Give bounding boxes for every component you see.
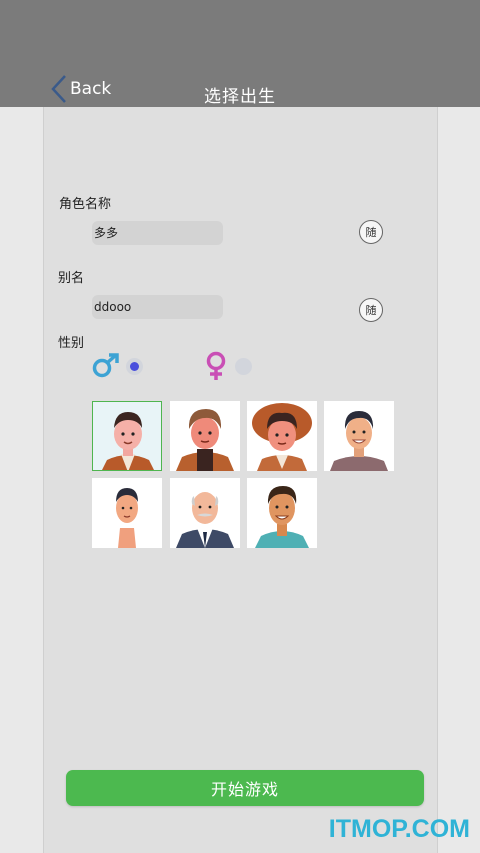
avatar-man-teal-shirt-icon xyxy=(255,486,309,548)
alias-field[interactable]: ddooo xyxy=(92,295,223,319)
page-title: 选择出生 xyxy=(204,87,276,107)
alias-label: 别名 xyxy=(58,271,85,286)
male-symbol-icon[interactable] xyxy=(92,353,120,383)
avatar-man-hat-icon xyxy=(252,403,312,471)
avatar-option[interactable] xyxy=(170,478,240,548)
avatar-man-red-shirt-icon xyxy=(102,412,154,470)
random-name-button[interactable]: 随 xyxy=(359,220,383,244)
name-field[interactable]: 多多 xyxy=(92,221,223,245)
avatar-man-brown-hair-icon xyxy=(176,409,234,471)
avatar-option[interactable] xyxy=(92,401,162,471)
avatar-option[interactable] xyxy=(92,478,162,548)
gender-label: 性别 xyxy=(58,336,85,351)
avatar-option[interactable] xyxy=(247,478,317,548)
female-radio[interactable] xyxy=(235,358,252,375)
avatar-man-short-hair-icon xyxy=(116,488,138,548)
watermark-logo: ITMOP.COM xyxy=(328,815,470,843)
avatar-option[interactable] xyxy=(324,401,394,471)
top-bar: Back 选择出生 xyxy=(0,0,480,107)
name-label: 角色名称 xyxy=(59,197,112,212)
random-alias-button[interactable]: 随 xyxy=(359,298,383,322)
avatar-option[interactable] xyxy=(247,401,317,471)
male-radio[interactable] xyxy=(126,358,143,375)
avatar-man-smiling-icon xyxy=(330,411,388,471)
start-game-button[interactable]: 开始游戏 xyxy=(66,770,424,806)
avatar-old-man-suit-icon xyxy=(176,492,234,548)
female-symbol-icon[interactable] xyxy=(204,351,228,385)
avatar-option[interactable] xyxy=(170,401,240,471)
